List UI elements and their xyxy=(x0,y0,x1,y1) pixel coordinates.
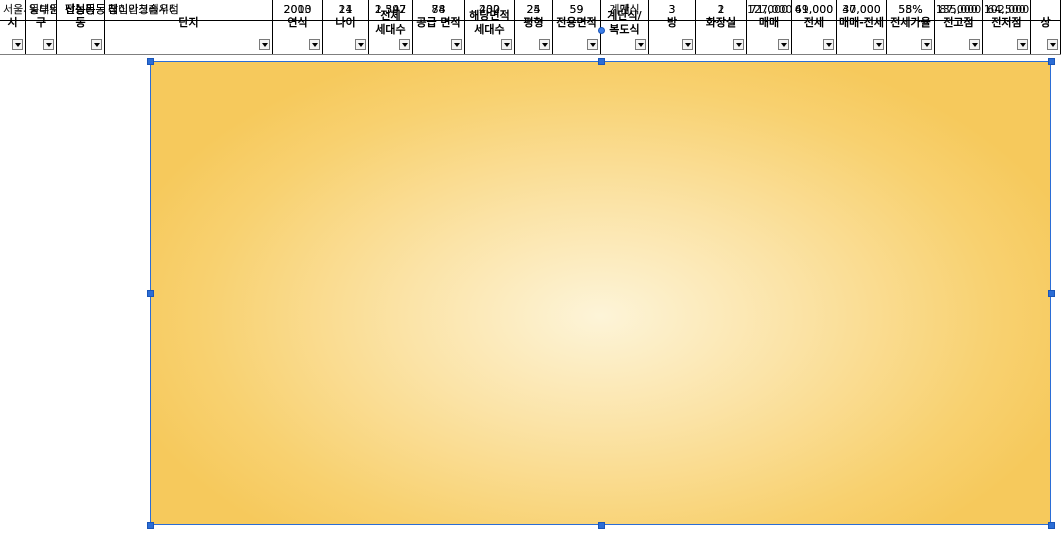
filter-dropdown-icon[interactable] xyxy=(539,39,550,50)
selected-picture-object[interactable] xyxy=(150,61,1051,525)
cell[interactable]: 30,000 xyxy=(837,0,887,21)
filter-dropdown-icon[interactable] xyxy=(921,39,932,50)
cell[interactable]: 200 xyxy=(465,0,515,21)
handle-bottom-right-icon[interactable] xyxy=(1048,522,1055,529)
cell[interactable]: 계 xyxy=(601,0,649,21)
handle-top-right-icon[interactable] xyxy=(1048,58,1055,65)
cell[interactable] xyxy=(1031,0,1061,21)
cell[interactable]: 64,500 xyxy=(983,0,1031,21)
handle-top-icon[interactable] xyxy=(597,58,605,65)
cell[interactable]: 24 xyxy=(323,0,369,21)
filter-dropdown-icon[interactable] xyxy=(778,39,789,50)
cell[interactable]: 1 xyxy=(696,0,747,21)
cell[interactable]: 58% xyxy=(887,0,935,21)
cell[interactable]: 87,000 xyxy=(935,0,983,21)
cell[interactable]: 1,542 xyxy=(369,0,413,21)
filter-dropdown-icon[interactable] xyxy=(873,39,884,50)
handle-bottom-left-icon[interactable] xyxy=(147,522,154,529)
cell[interactable]: 2000 xyxy=(273,0,323,21)
filter-dropdown-icon[interactable] xyxy=(823,39,834,50)
filter-dropdown-icon[interactable] xyxy=(1047,39,1058,50)
cell[interactable]: 3 xyxy=(649,0,696,21)
handle-bottom-icon[interactable] xyxy=(597,522,605,529)
filter-dropdown-icon[interactable] xyxy=(43,39,54,50)
cell[interactable]: 24 xyxy=(515,0,553,21)
spreadsheet: 시 구 동 단지 연식 나이 전체 세대수 공급 면적 해당면적 세대수 평형 전용면적 계단식/ 복… xyxy=(0,0,1061,537)
filter-dropdown-icon[interactable] xyxy=(309,39,320,50)
filter-dropdown-icon[interactable] xyxy=(587,39,598,50)
cell-si[interactable] xyxy=(0,0,26,21)
cell-dong[interactable]: 답십리동 xyxy=(57,0,105,21)
cell[interactable]: 59 xyxy=(553,0,601,21)
filter-dropdown-icon[interactable] xyxy=(635,39,646,50)
filter-dropdown-icon[interactable] xyxy=(733,39,744,50)
filter-dropdown-icon[interactable] xyxy=(501,39,512,50)
filter-dropdown-icon[interactable] xyxy=(451,39,462,50)
filter-dropdown-icon[interactable] xyxy=(682,39,693,50)
rotate-handle-icon[interactable] xyxy=(597,27,605,34)
filter-dropdown-icon[interactable] xyxy=(399,39,410,50)
cell[interactable]: 71,000 xyxy=(747,0,792,21)
cell[interactable]: 41,000 xyxy=(792,0,837,21)
filter-dropdown-icon[interactable] xyxy=(12,39,23,50)
filter-dropdown-icon[interactable] xyxy=(91,39,102,50)
handle-right-icon[interactable] xyxy=(1048,290,1055,297)
filter-dropdown-icon[interactable] xyxy=(259,39,270,50)
filter-dropdown-icon[interactable] xyxy=(1017,39,1028,50)
cell-gu[interactable] xyxy=(26,0,57,21)
filter-dropdown-icon[interactable] xyxy=(355,39,366,50)
handle-left-icon[interactable] xyxy=(147,290,154,297)
cell[interactable]: 78 xyxy=(413,0,465,21)
handle-top-left-icon[interactable] xyxy=(147,58,154,65)
cell-danji[interactable]: 답십리청솔우성 xyxy=(105,0,273,21)
filter-dropdown-icon[interactable] xyxy=(969,39,980,50)
